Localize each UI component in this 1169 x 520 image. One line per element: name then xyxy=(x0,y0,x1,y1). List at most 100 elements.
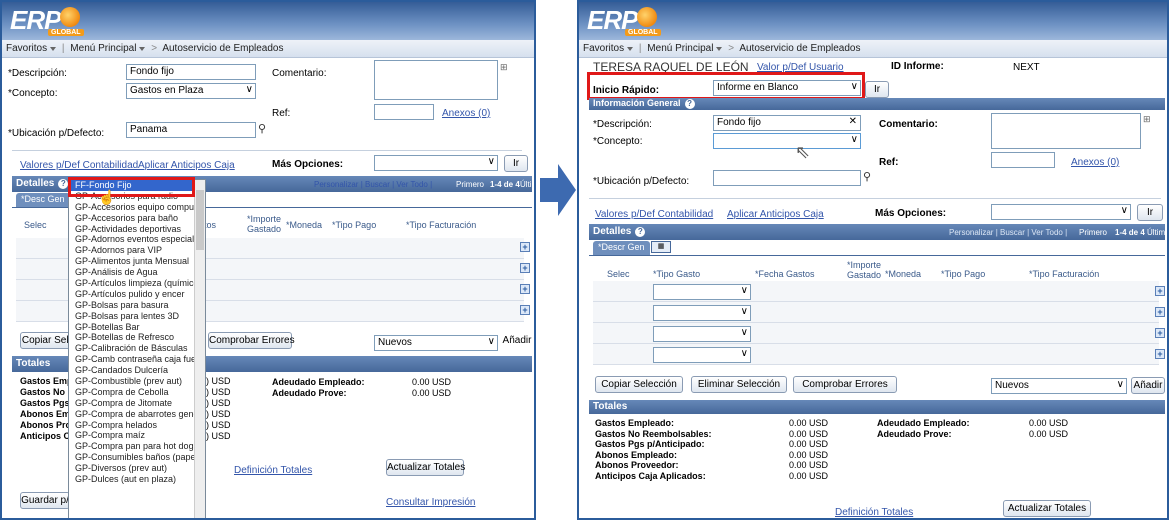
ir-button[interactable]: Ir xyxy=(865,81,889,98)
left-screenshot-panel: ERP GLOBAL Favoritos | Menú Principal > … xyxy=(0,0,536,520)
dropdown-option[interactable]: GP-Análisis de Agua xyxy=(69,267,205,278)
mas-opciones-select[interactable]: ∨ xyxy=(991,204,1131,220)
dropdown-option[interactable]: GP-Accesorios equipo computo xyxy=(69,202,205,213)
dropdown-option[interactable]: GP-Accesorios para baño xyxy=(69,213,205,224)
ubicacion-input[interactable]: Panama xyxy=(126,122,256,138)
definicion-totales-link[interactable]: Definición Totales xyxy=(234,465,312,476)
dropdown-option[interactable]: GP-Compra maíz xyxy=(69,430,205,441)
dropdown-option[interactable]: GP-Compra de abarrotes general xyxy=(69,409,205,420)
actualizar-totales-button[interactable]: Actualizar Totales xyxy=(1003,500,1091,517)
copiar-seleccion-button[interactable]: Copiar Selección xyxy=(595,376,683,393)
lookup-search-icon[interactable]: ⚲ xyxy=(863,170,871,183)
anadir-button[interactable]: Añadir xyxy=(1131,377,1165,394)
ref-input[interactable] xyxy=(374,104,434,120)
guardar-button[interactable]: Guardar p/ xyxy=(20,492,70,509)
add-row-icon[interactable]: + xyxy=(1155,328,1165,338)
dropdown-option[interactable]: GP-Adornos para VIP xyxy=(69,245,205,256)
expand-icon[interactable]: ⊞ xyxy=(1143,114,1151,125)
dropdown-option[interactable]: GP-Botellas Bar xyxy=(69,322,205,333)
ir-button[interactable]: Ir xyxy=(504,155,528,172)
grid-last[interactable]: Último xyxy=(520,180,534,189)
definicion-totales-link[interactable]: Definición Totales xyxy=(835,507,913,518)
add-row-icon[interactable]: + xyxy=(520,242,530,252)
descripcion-input[interactable]: Fondo fijo xyxy=(126,64,256,80)
mas-opciones-select[interactable]: ∨ xyxy=(374,155,498,171)
tipo-gasto-select[interactable]: ∨ xyxy=(653,284,751,300)
dropdown-option[interactable]: GP-Actividades deportivas xyxy=(69,224,205,235)
tab-descr-gen[interactable]: *Descr Gen xyxy=(593,241,650,255)
dropdown-option[interactable]: GP-Artículos limpieza (químico xyxy=(69,278,205,289)
dropdown-option[interactable]: GP-Compra de Jitomate xyxy=(69,398,205,409)
dropdown-option[interactable]: GP-Diversos (prev aut) xyxy=(69,463,205,474)
dropdown-option[interactable]: GP-Bolsas para basura xyxy=(69,300,205,311)
comprobar-errores-button[interactable]: Comprobar Errores xyxy=(208,332,295,349)
ubicacion-input[interactable] xyxy=(713,170,861,186)
aplicar-anticipos-link[interactable]: Aplicar Anticipos Caja xyxy=(138,160,235,171)
add-row-icon[interactable]: + xyxy=(520,305,530,315)
dropdown-option[interactable]: GP-Camb contraseña caja fuerte xyxy=(69,354,205,365)
anexos-link[interactable]: Anexos (0) xyxy=(442,108,490,119)
descripcion-input[interactable]: Fondo fijo ✕ xyxy=(713,115,861,131)
lookup-search-icon[interactable]: ⚲ xyxy=(258,122,266,135)
expand-icon[interactable]: ⊞ xyxy=(500,62,508,73)
nav-autoservicio[interactable]: Autoservicio de Empleados xyxy=(739,43,860,54)
concepto-select[interactable]: ∨ xyxy=(713,133,861,149)
comentario-label: Comentario: xyxy=(879,119,938,130)
dropdown-option[interactable]: GP-Combustible (prev aut) xyxy=(69,376,205,387)
grid-view-icon[interactable]: ▦ xyxy=(651,241,671,253)
nuevos-select[interactable]: Nuevos ∨ xyxy=(374,335,498,351)
add-row-icon[interactable]: + xyxy=(1155,307,1165,317)
dropdown-option[interactable]: GP-Compra pan para hot dog xyxy=(69,441,205,452)
grid-nav-links[interactable]: Personalizar | Buscar | Ver Todo | xyxy=(314,180,432,189)
valores-contabilidad-link[interactable]: Valores p/Def Contabilidad xyxy=(595,209,713,220)
tipo-gasto-select[interactable]: ∨ xyxy=(653,326,751,342)
dropdown-option[interactable]: GP-Adornos eventos especiales xyxy=(69,234,205,245)
valores-contabilidad-link[interactable]: Valores p/Def Contabilidad xyxy=(20,160,138,171)
comprobar-errores-button[interactable]: Comprobar Errores xyxy=(793,376,897,393)
chevron-down-icon: ∨ xyxy=(245,84,253,95)
dropdown-option[interactable]: GP-Alimentos junta Mensual xyxy=(69,256,205,267)
add-row-icon[interactable]: + xyxy=(1155,286,1165,296)
add-row-icon[interactable]: + xyxy=(520,263,530,273)
nav-favoritos[interactable]: Favoritos xyxy=(583,43,624,54)
concepto-select[interactable]: Gastos en Plaza ∨ xyxy=(126,83,256,99)
dropdown-scrollbar[interactable] xyxy=(194,180,205,518)
nuevos-select[interactable]: Nuevos ∨ xyxy=(991,378,1127,394)
ir-button-2[interactable]: Ir xyxy=(1137,204,1163,221)
dropdown-option[interactable]: GP-Botellas de Refresco xyxy=(69,332,205,343)
concepto-dropdown-list[interactable]: FF-Fondo Fijo GP-Accesorios para radio GP-… xyxy=(68,179,206,518)
dropdown-option[interactable]: GP-Consumibles baños (papel) xyxy=(69,452,205,463)
nav-menu-principal[interactable]: Menú Principal xyxy=(70,43,136,54)
dropdown-option[interactable]: GP-Calibración de Básculas xyxy=(69,343,205,354)
nav-favoritos[interactable]: Favoritos xyxy=(6,43,47,54)
anexos-link[interactable]: Anexos (0) xyxy=(1071,157,1119,168)
header-banner: ERP GLOBAL xyxy=(2,2,534,40)
dropdown-option[interactable]: GP-Artículos pulido y encer xyxy=(69,289,205,300)
actualizar-totales-button[interactable]: Actualizar Totales xyxy=(386,459,465,476)
dropdown-option[interactable]: GP-Bolsas para lentes 3D xyxy=(69,311,205,322)
grid-nav-links[interactable]: Personalizar | Buscar | Ver Todo | xyxy=(949,228,1067,237)
eliminar-seleccion-button[interactable]: Eliminar Selección xyxy=(691,376,787,393)
consultar-impresion-link[interactable]: Consultar Impresión xyxy=(386,497,475,508)
col-moneda: *Moneda xyxy=(286,220,323,230)
nav-autoservicio[interactable]: Autoservicio de Empleados xyxy=(162,43,283,54)
tipo-gasto-select[interactable]: ∨ xyxy=(653,347,751,363)
aplicar-anticipos-link[interactable]: Aplicar Anticipos Caja xyxy=(727,209,824,220)
descripcion-label: *Descripción: xyxy=(593,119,652,130)
tipo-gasto-select[interactable]: ∨ xyxy=(653,305,751,321)
ref-input[interactable] xyxy=(991,152,1055,168)
dropdown-option[interactable]: GP-Candados Dulcería xyxy=(69,365,205,376)
add-row-icon[interactable]: + xyxy=(1155,349,1165,359)
dropdown-option[interactable]: GP-Compra de Cebolla xyxy=(69,387,205,398)
tab-desc-gen[interactable]: *Desc Gen xyxy=(16,193,70,207)
anadir-button[interactable]: Añadir xyxy=(502,333,532,350)
comentario-textarea[interactable] xyxy=(374,60,498,100)
grid-first[interactable]: Primero xyxy=(1079,228,1107,237)
grid-last[interactable]: Último xyxy=(1147,228,1167,237)
comentario-textarea[interactable] xyxy=(991,113,1141,149)
grid-first[interactable]: Primero xyxy=(456,180,484,189)
nav-menu-principal[interactable]: Menú Principal xyxy=(647,43,713,54)
dropdown-option[interactable]: GP-Compra helados xyxy=(69,420,205,431)
add-row-icon[interactable]: + xyxy=(520,284,530,294)
dropdown-option[interactable]: GP-Dulces (aut en plaza) xyxy=(69,474,205,485)
